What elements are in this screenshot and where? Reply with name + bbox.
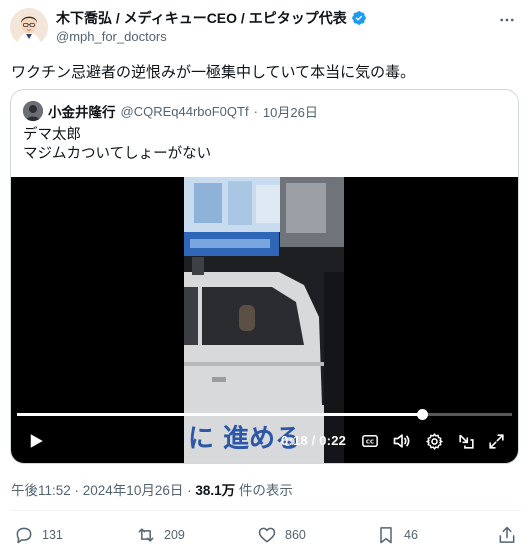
reply-button[interactable]: 131: [14, 522, 63, 548]
quoted-text-line-1: デマ太郎: [23, 127, 81, 143]
quoted-author-handle[interactable]: @CQREq44rboF0QTf: [121, 104, 249, 119]
svg-text:CC: CC: [366, 440, 374, 446]
bookmark-count: 46: [404, 528, 418, 542]
divider: [10, 510, 521, 511]
post-container: 木下喬弘 / メディキューCEO / エピタップ代表 @mph_for_doct…: [0, 0, 532, 551]
post-meta: 午後11:52 · 2024年10月26日 · 38.1万 件の表示: [11, 479, 293, 499]
heart-icon: [258, 527, 276, 543]
verified-badge-icon[interactable]: [351, 10, 367, 26]
author-block: 木下喬弘 / メディキューCEO / エピタップ代表 @mph_for_doct…: [56, 9, 476, 44]
volume-icon[interactable]: [389, 427, 415, 455]
author-handle[interactable]: @mph_for_doctors: [56, 29, 476, 44]
video-progress-fill: [17, 413, 423, 416]
repost-icon: [138, 528, 154, 542]
captions-icon[interactable]: CC: [357, 427, 383, 455]
play-icon[interactable]: [23, 427, 49, 455]
video-time: 0:18 / 0:22: [281, 433, 347, 448]
repost-button[interactable]: 209: [136, 522, 185, 548]
quoted-text: デマ太郎 マジムカついてしょーがない: [23, 126, 211, 164]
quoted-post[interactable]: 小金井隆行 @CQREq44rboF0QTf · 10月26日 デマ太郎 マジム…: [10, 89, 519, 464]
author-display-name[interactable]: 木下喬弘 / メディキューCEO / エピタップ代表: [56, 8, 347, 28]
video-progress-bar[interactable]: [17, 409, 512, 420]
bookmark-button[interactable]: 46: [376, 522, 418, 548]
video-player[interactable]: に 進める 0:18 / 0:22 CC: [11, 177, 518, 463]
post-timestamp[interactable]: 午後11:52 · 2024年10月26日 ·: [11, 483, 195, 498]
reply-count: 131: [42, 528, 63, 542]
video-progress-knob[interactable]: [417, 409, 429, 420]
quoted-text-line-2: マジムカついてしょーがない: [23, 146, 212, 162]
quoted-post-header: 小金井隆行 @CQREq44rboF0QTf · 10月26日: [23, 101, 318, 121]
quoted-author-avatar[interactable]: [23, 101, 43, 121]
like-count: 860: [285, 528, 306, 542]
share-button[interactable]: [497, 522, 517, 548]
bookmark-icon: [380, 527, 392, 544]
view-count: 38.1万: [195, 483, 236, 498]
quoted-date[interactable]: 10月26日: [263, 102, 318, 121]
repost-count: 209: [164, 528, 185, 542]
fullscreen-icon[interactable]: [483, 427, 509, 455]
more-options-icon[interactable]: [494, 10, 520, 30]
quoted-author-name[interactable]: 小金井隆行: [48, 101, 116, 121]
post-text: ワクチン忌避者の逆恨みが一極集中していて本当に気の毒。: [11, 64, 416, 81]
action-bar: 131 209 860 46: [0, 522, 532, 548]
like-button[interactable]: 860: [257, 522, 306, 548]
share-icon: [499, 526, 515, 543]
quoted-separator: ·: [253, 103, 258, 119]
picture-in-picture-icon[interactable]: [453, 427, 479, 455]
view-count-suffix: 件の表示: [235, 483, 293, 498]
video-frame: に 進める: [184, 177, 344, 463]
settings-gear-icon[interactable]: [421, 427, 447, 455]
author-avatar[interactable]: [10, 8, 48, 46]
reply-icon: [16, 527, 32, 544]
video-controls: 0:18 / 0:22 CC: [11, 427, 518, 455]
